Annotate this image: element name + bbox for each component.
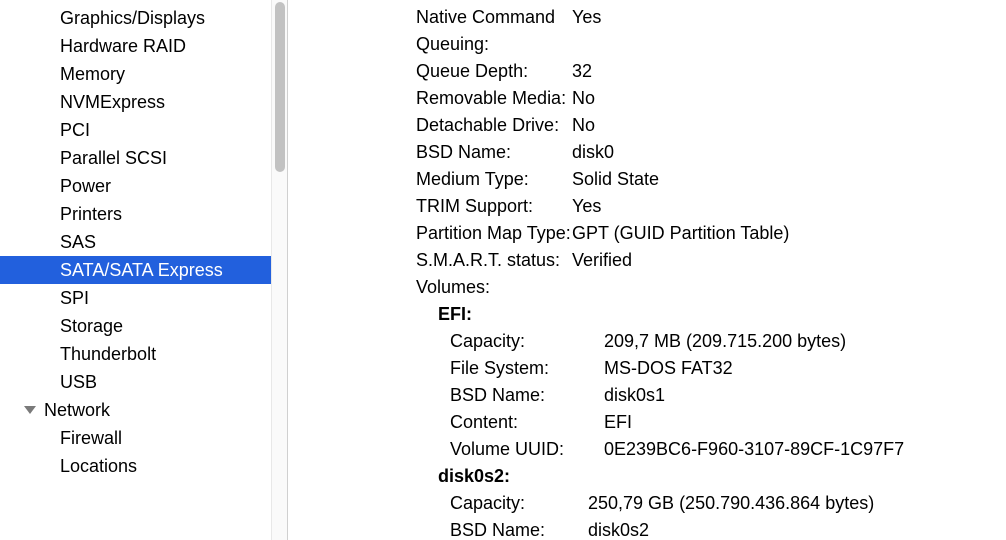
property-row: Detachable Drive: No [288, 112, 1006, 139]
property-row: Removable Media: No [288, 85, 1006, 112]
property-row: TRIM Support: Yes [288, 193, 1006, 220]
property-label: BSD Name: [288, 382, 604, 409]
property-row: Capacity: 250,79 GB (250.790.436.864 byt… [288, 490, 1006, 517]
volume-header-disk0s2: disk0s2: [288, 463, 1006, 490]
property-value: 250,79 GB (250.790.436.864 bytes) [588, 490, 1006, 517]
sidebar-item-thunderbolt[interactable]: Thunderbolt [0, 340, 287, 368]
property-value: EFI [604, 409, 1006, 436]
sidebar-item-sas[interactable]: SAS [0, 228, 287, 256]
property-row: BSD Name: disk0s1 [288, 382, 1006, 409]
sidebar-item-storage[interactable]: Storage [0, 312, 287, 340]
property-value: 32 [572, 58, 1006, 85]
property-row: Capacity: 209,7 MB (209.715.200 bytes) [288, 328, 1006, 355]
property-label: Removable Media: [288, 85, 572, 112]
property-row: Medium Type: Solid State [288, 166, 1006, 193]
sidebar-item-sata[interactable]: SATA/SATA Express [0, 256, 287, 284]
property-value: 209,7 MB (209.715.200 bytes) [604, 328, 1006, 355]
volumes-label: Volumes: [288, 274, 1006, 301]
property-row: S.M.A.R.T. status: Verified [288, 247, 1006, 274]
property-row: Native Command Queuing: Yes [288, 4, 1006, 58]
sidebar-item-printers[interactable]: Printers [0, 200, 287, 228]
property-value: disk0 [572, 139, 1006, 166]
property-label: Partition Map Type: [288, 220, 572, 247]
property-label: Medium Type: [288, 166, 572, 193]
property-label: Content: [288, 409, 604, 436]
detail-pane: Native Command Queuing: Yes Queue Depth:… [288, 0, 1006, 540]
property-value: Solid State [572, 166, 1006, 193]
sidebar-item-parallel-scsi[interactable]: Parallel SCSI [0, 144, 287, 172]
sidebar-category-label: Network [44, 400, 110, 421]
property-label: Capacity: [288, 490, 588, 517]
sidebar-item-usb[interactable]: USB [0, 368, 287, 396]
property-value: 0E239BC6-F960-3107-89CF-1C97F7 [604, 436, 1006, 463]
sidebar-item-pci[interactable]: PCI [0, 116, 287, 144]
volume-header-efi: EFI: [288, 301, 1006, 328]
sidebar-category-network[interactable]: Network [0, 396, 287, 424]
property-label: Volume UUID: [288, 436, 604, 463]
property-row: BSD Name: disk0 [288, 139, 1006, 166]
property-label: BSD Name: [288, 139, 572, 166]
scrollbar-thumb[interactable] [275, 2, 285, 172]
property-label: S.M.A.R.T. status: [288, 247, 572, 274]
sidebar-item-locations[interactable]: Locations [0, 452, 287, 480]
property-value: No [572, 112, 1006, 139]
property-label: Capacity: [288, 328, 604, 355]
sidebar: Graphics/Displays Hardware RAID Memory N… [0, 0, 288, 540]
property-value: Verified [572, 247, 1006, 274]
sidebar-item-nvmexpress[interactable]: NVMExpress [0, 88, 287, 116]
property-label: BSD Name: [288, 517, 588, 540]
property-label: File System: [288, 355, 604, 382]
sidebar-item-power[interactable]: Power [0, 172, 287, 200]
sidebar-item-memory[interactable]: Memory [0, 60, 287, 88]
property-label: Native Command Queuing: [288, 4, 572, 58]
property-row: BSD Name: disk0s2 [288, 517, 1006, 540]
sidebar-item-spi[interactable]: SPI [0, 284, 287, 312]
sidebar-item-firewall[interactable]: Firewall [0, 424, 287, 452]
property-label: Detachable Drive: [288, 112, 572, 139]
property-value: Yes [572, 193, 1006, 220]
property-label: TRIM Support: [288, 193, 572, 220]
property-value: No [572, 85, 1006, 112]
sidebar-item-hardware-raid[interactable]: Hardware RAID [0, 32, 287, 60]
property-row: Volume UUID: 0E239BC6-F960-3107-89CF-1C9… [288, 436, 1006, 463]
property-row: Queue Depth: 32 [288, 58, 1006, 85]
sidebar-scrollbar[interactable] [271, 0, 287, 540]
disclosure-triangle-icon [24, 406, 36, 414]
property-row: File System: MS-DOS FAT32 [288, 355, 1006, 382]
property-value: disk0s2 [588, 517, 1006, 540]
property-value: Yes [572, 4, 1006, 58]
property-value: MS-DOS FAT32 [604, 355, 1006, 382]
property-row: Partition Map Type: GPT (GUID Partition … [288, 220, 1006, 247]
property-label: Queue Depth: [288, 58, 572, 85]
property-value: disk0s1 [604, 382, 1006, 409]
property-value: GPT (GUID Partition Table) [572, 220, 1006, 247]
sidebar-item-graphics-displays[interactable]: Graphics/Displays [0, 4, 287, 32]
property-row: Content: EFI [288, 409, 1006, 436]
